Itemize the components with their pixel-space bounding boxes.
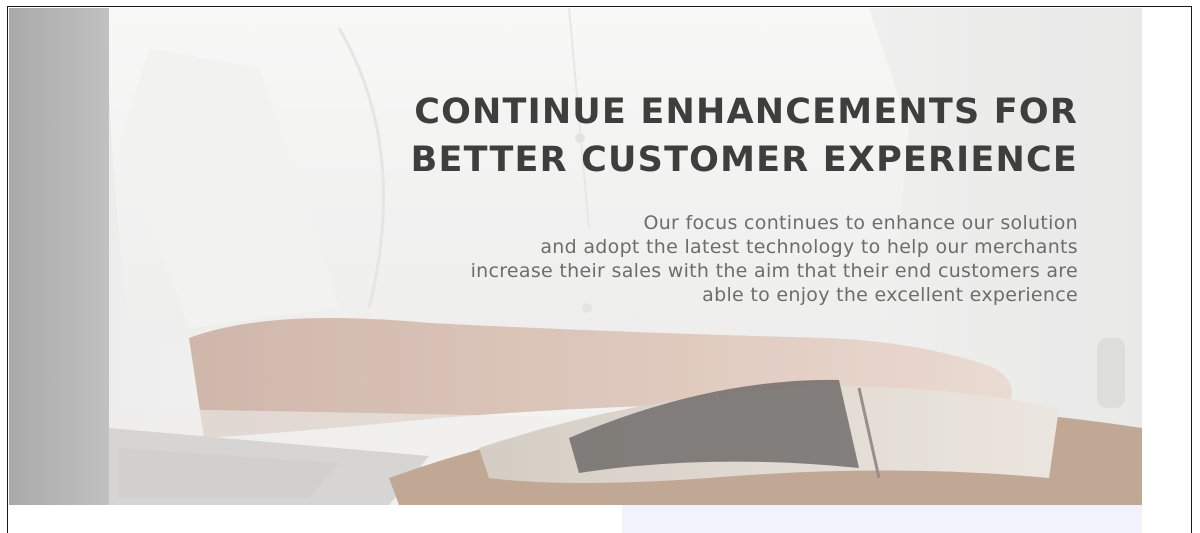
description-line: Our focus continues to enhance our solut… xyxy=(643,212,1078,234)
headline-line: CONTINUE ENHANCEMENTS FOR xyxy=(414,92,1078,132)
description-line: able to enjoy the excellent experience xyxy=(702,284,1078,306)
bottom-strip xyxy=(622,505,1142,533)
headline: CONTINUE ENHANCEMENTS FOR BETTER CUSTOME… xyxy=(411,88,1078,184)
description-line: increase their sales with the aim that t… xyxy=(470,260,1078,282)
slide-frame: CONTINUE ENHANCEMENTS FOR BETTER CUSTOME… xyxy=(7,6,1192,533)
description-line: and adopt the latest technology to help … xyxy=(540,236,1078,258)
hero-banner: CONTINUE ENHANCEMENTS FOR BETTER CUSTOME… xyxy=(9,8,1142,505)
description: Our focus continues to enhance our solut… xyxy=(318,211,1078,307)
headline-line: BETTER CUSTOMER EXPERIENCE xyxy=(410,140,1078,180)
